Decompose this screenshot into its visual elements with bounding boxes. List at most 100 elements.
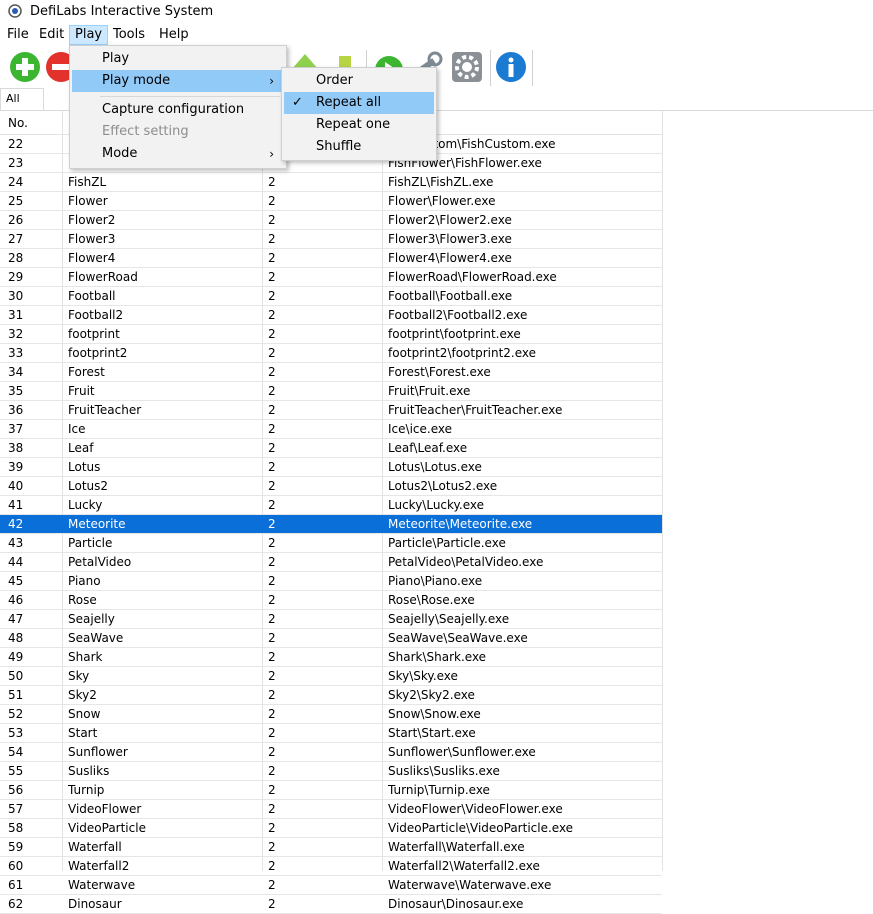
cell-path: Lotus2\Lotus2.exe [388, 479, 498, 493]
table-row[interactable]: 56 Turnip 2 Turnip\Turnip.exe [0, 781, 662, 800]
table-row[interactable]: 47 Seajelly 2 Seajelly\Seajelly.exe [0, 610, 662, 629]
cell-type: 2 [268, 821, 276, 835]
table-row[interactable]: 39 Lotus 2 Lotus\Lotus.exe [0, 458, 662, 477]
table-row[interactable]: 34 Forest 2 Forest\Forest.exe [0, 363, 662, 382]
menu-play[interactable]: Play [69, 25, 109, 45]
table-row[interactable]: 41 Lucky 2 Lucky\Lucky.exe [0, 496, 662, 515]
cell-path: Snow\Snow.exe [388, 707, 481, 721]
cell-name: Particle [68, 536, 113, 550]
table-row[interactable]: 53 Start 2 Start\Start.exe [0, 724, 662, 743]
table-row[interactable]: 46 Rose 2 Rose\Rose.exe [0, 591, 662, 610]
table-row[interactable]: 27 Flower3 2 Flower3\Flower3.exe [0, 230, 662, 249]
cell-no: 27 [8, 232, 24, 246]
table-row[interactable]: 31 Football2 2 Football2\Football2.exe [0, 306, 662, 325]
menu-item-repeat-all[interactable]: ✓ Repeat all [284, 92, 434, 114]
header-no[interactable]: No. [8, 116, 28, 130]
menu-item-repeat-one[interactable]: Repeat one [284, 114, 434, 136]
cell-name: Shark [68, 650, 103, 664]
menu-tools[interactable]: Tools [108, 26, 150, 44]
info-icon[interactable] [494, 50, 528, 84]
table-row[interactable]: 59 Waterfall 2 Waterfall\Waterfall.exe [0, 838, 662, 857]
menu-help[interactable]: Help [154, 26, 194, 44]
table-row[interactable]: 30 Football 2 Football\Football.exe [0, 287, 662, 306]
table-row[interactable]: 61 Waterwave 2 Waterwave\Waterwave.exe [0, 876, 662, 895]
tab-all[interactable]: All [0, 88, 44, 110]
cell-type: 2 [268, 688, 276, 702]
menu-item-order[interactable]: Order [284, 70, 434, 92]
table-row[interactable]: 36 FruitTeacher 2 FruitTeacher\FruitTeacher… [0, 401, 662, 420]
cell-path: Meteorite\Meteorite.exe [388, 517, 533, 531]
table-row[interactable]: 32 footprint 2 footprint\footprint.exe [0, 325, 662, 344]
cell-type: 2 [268, 745, 276, 759]
table-row[interactable]: 24 FishZL 2 FishZL\FishZL.exe [0, 173, 662, 192]
table-row[interactable]: 28 Flower4 2 Flower4\Flower4.exe [0, 249, 662, 268]
cell-no: 23 [8, 156, 24, 170]
menu-item-play-mode[interactable]: Play mode › [72, 70, 284, 92]
cell-path: Forest\Forest.exe [388, 365, 491, 379]
table-row[interactable]: 29 FlowerRoad 2 FlowerRoad\FlowerRoad.exe [0, 268, 662, 287]
table-row[interactable]: 55 Susliks 2 Susliks\Susliks.exe [0, 762, 662, 781]
cell-path: Start\Start.exe [388, 726, 476, 740]
cell-no: 55 [8, 764, 24, 778]
table-row[interactable]: 48 SeaWave 2 SeaWave\SeaWave.exe [0, 629, 662, 648]
table-row[interactable]: 45 Piano 2 Piano\Piano.exe [0, 572, 662, 591]
cell-name: FruitTeacher [68, 403, 142, 417]
cell-name: Meteorite [68, 517, 126, 531]
cell-no: 28 [8, 251, 24, 265]
add-icon[interactable] [8, 50, 42, 84]
menu-item-capture-configuration[interactable]: Capture configuration [72, 99, 284, 121]
cell-path: Flower2\Flower2.exe [388, 213, 512, 227]
cell-no: 29 [8, 270, 24, 284]
toolbar-separator [532, 50, 533, 86]
menu-item-shuffle[interactable]: Shuffle [284, 136, 434, 158]
cell-no: 42 [8, 517, 24, 531]
cell-name: VideoParticle [68, 821, 146, 835]
cell-path: Seajelly\Seajelly.exe [388, 612, 510, 626]
table-row[interactable]: 43 Particle 2 Particle\Particle.exe [0, 534, 662, 553]
cell-no: 34 [8, 365, 24, 379]
table-row[interactable]: 54 Sunflower 2 Sunflower\Sunflower.exe [0, 743, 662, 762]
play-menu: Play Play mode › Capture configuration E… [69, 45, 287, 169]
menu-edit[interactable]: Edit [34, 26, 69, 44]
table-row[interactable]: 37 Ice 2 Ice\ice.exe [0, 420, 662, 439]
table-row[interactable]: 60 Waterfall2 2 Waterfall2\Waterfall2.exe [0, 857, 662, 876]
table-row[interactable]: 33 footprint2 2 footprint2\footprint2.exe [0, 344, 662, 363]
cell-no: 31 [8, 308, 24, 322]
table-row[interactable]: 51 Sky2 2 Sky2\Sky2.exe [0, 686, 662, 705]
table-row[interactable]: 52 Snow 2 Snow\Snow.exe [0, 705, 662, 724]
cell-name: Flower3 [68, 232, 116, 246]
cell-path: Rose\Rose.exe [388, 593, 475, 607]
table-row[interactable]: 42 Meteorite 2 Meteorite\Meteorite.exe [0, 515, 662, 534]
table-row[interactable]: 57 VideoFlower 2 VideoFlower\VideoFlower.ex… [0, 800, 662, 819]
table-row[interactable]: 50 Sky 2 Sky\Sky.exe [0, 667, 662, 686]
cell-name: Flower4 [68, 251, 116, 265]
menu-item-repeat-all-label: Repeat all [316, 95, 382, 110]
cell-name: Dinosaur [68, 897, 122, 911]
cell-no: 57 [8, 802, 24, 816]
table-row[interactable]: 38 Leaf 2 Leaf\Leaf.exe [0, 439, 662, 458]
menu-item-play[interactable]: Play [72, 48, 284, 70]
table-row[interactable]: 62 Dinosaur 2 Dinosaur\Dinosaur.exe [0, 895, 662, 914]
table-row[interactable]: 49 Shark 2 Shark\Shark.exe [0, 648, 662, 667]
table-row[interactable]: 25 Flower 2 Flower\Flower.exe [0, 192, 662, 211]
app-icon [8, 4, 22, 18]
menu-file[interactable]: File [2, 26, 34, 44]
cell-name: Lucky [68, 498, 103, 512]
cell-no: 37 [8, 422, 24, 436]
table-row[interactable]: 58 VideoParticle 2 VideoParticle\VideoParti… [0, 819, 662, 838]
menu-item-mode[interactable]: Mode › [72, 143, 284, 165]
table-row[interactable]: 35 Fruit 2 Fruit\Fruit.exe [0, 382, 662, 401]
table-row[interactable]: 44 PetalVideo 2 PetalVideo\PetalVideo.exe [0, 553, 662, 572]
cell-name: Flower [68, 194, 108, 208]
cell-type: 2 [268, 878, 276, 892]
table-body: 22 FishCustom\FishCustom.exe 23 FishFlower\… [0, 135, 662, 914]
cell-no: 56 [8, 783, 24, 797]
window-title: DefiLabs Interactive System [30, 4, 214, 19]
tab-all-label: All [6, 92, 20, 105]
cell-no: 38 [8, 441, 24, 455]
table-row[interactable]: 26 Flower2 2 Flower2\Flower2.exe [0, 211, 662, 230]
cell-type: 2 [268, 422, 276, 436]
table-row[interactable]: 40 Lotus2 2 Lotus2\Lotus2.exe [0, 477, 662, 496]
settings-icon[interactable] [450, 50, 484, 84]
cell-no: 32 [8, 327, 24, 341]
